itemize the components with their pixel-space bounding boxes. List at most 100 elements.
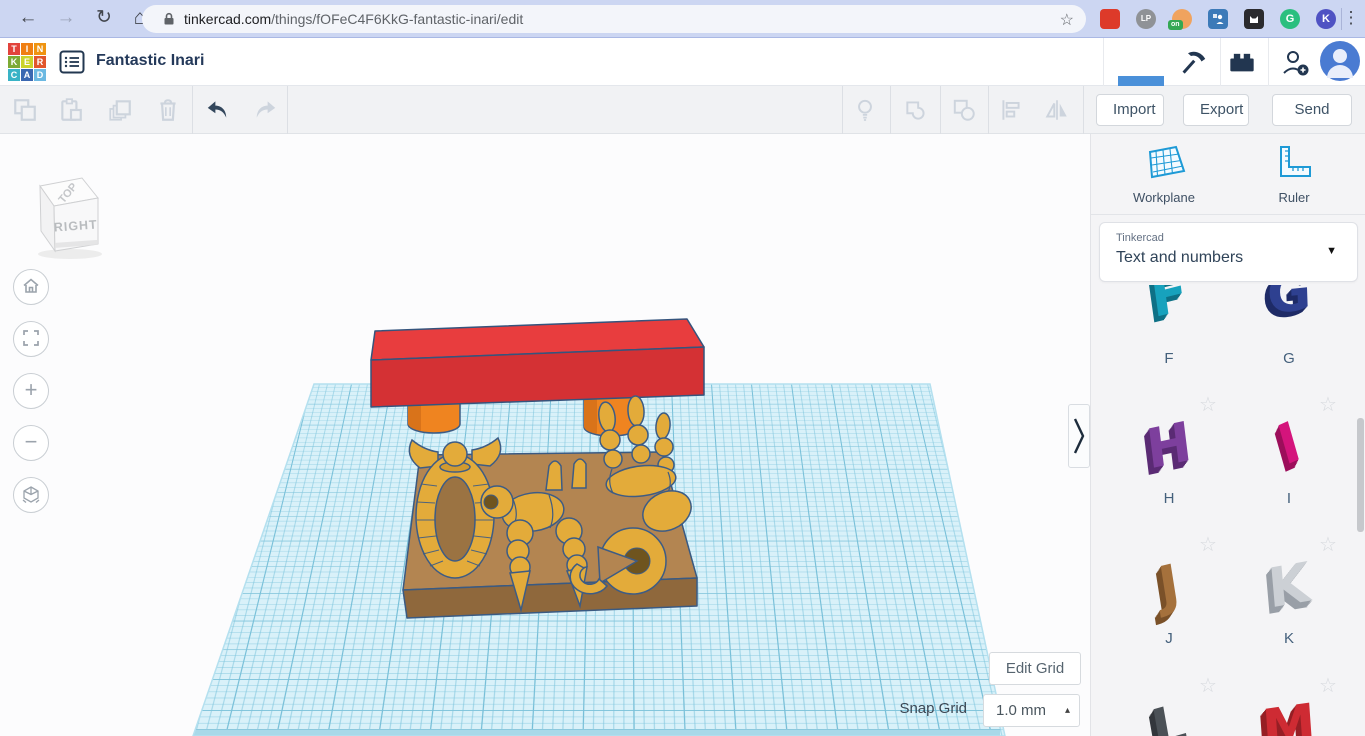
align-icon[interactable] — [998, 97, 1024, 123]
category-selected: Text and numbers — [1116, 249, 1243, 267]
shape-label-J: J — [1109, 630, 1229, 647]
tinkercad-logo[interactable]: T I N K E R C A D — [8, 43, 47, 82]
shape-glyph: F — [1147, 285, 1192, 330]
ruler-helper[interactable]: Ruler — [1229, 144, 1359, 205]
mirror-icon[interactable] — [1044, 97, 1070, 123]
shape-tile-L[interactable]: L — [1109, 687, 1229, 736]
panel-collapse-handle[interactable] — [1068, 404, 1090, 468]
shape-label-F: F — [1109, 350, 1229, 367]
logo-tile: R — [34, 56, 46, 68]
shape-tile-I[interactable]: I — [1229, 406, 1349, 486]
ungroup-icon[interactable] — [950, 97, 978, 123]
browser-chrome-bar: ← → ↻ ⌂ tinkercad.com/things/fOFeC4F6KkG… — [0, 0, 1365, 38]
extension-icon-lastpass[interactable]: LP — [1136, 9, 1156, 29]
workplane-helper-label: Workplane — [1099, 190, 1229, 205]
send-to-button[interactable]: Send To — [1272, 94, 1352, 126]
extension-icon-planet[interactable]: on — [1172, 9, 1192, 29]
shape-panel: Workplane Ruler Tinkercad Text and numbe… — [1090, 134, 1365, 736]
zoom-out-button[interactable]: − — [13, 425, 49, 461]
url-path: /things/fOFeC4F6KkG-fantastic-inari/edit — [271, 11, 523, 27]
extension-icon-dark[interactable] — [1244, 9, 1264, 29]
logo-tile: T — [8, 43, 20, 55]
extension-icon-red[interactable] — [1100, 9, 1120, 29]
url-host: tinkercad.com — [184, 11, 271, 27]
caret-down-icon: ▼ — [1326, 245, 1337, 257]
workplane-helper[interactable]: Workplane — [1099, 144, 1229, 205]
duplicate-icon[interactable] — [107, 97, 133, 123]
properties-list-icon[interactable] — [58, 48, 86, 76]
ruler-helper-label: Ruler — [1229, 190, 1359, 205]
shape-label-H: H — [1109, 490, 1229, 507]
undo-icon[interactable] — [203, 97, 231, 123]
browser-reload-icon[interactable]: ↻ — [90, 4, 118, 32]
scene-objects — [0, 134, 1090, 736]
home-view-button[interactable] — [13, 269, 49, 305]
shape-tile-K[interactable]: K — [1229, 546, 1349, 626]
snap-grid-label: Snap Grid — [855, 700, 967, 717]
red-box[interactable] — [371, 319, 704, 407]
snap-grid-value: 1.0 mm — [996, 702, 1046, 719]
design-title[interactable]: Fantastic Inari — [96, 52, 204, 70]
browser-forward-icon[interactable]: → — [52, 4, 80, 32]
copy-icon[interactable] — [12, 97, 38, 123]
shape-label-G: G — [1229, 350, 1349, 367]
panel-scrollbar-thumb[interactable] — [1357, 418, 1364, 532]
url-text: tinkercad.com/things/fOFeC4F6KkG-fantast… — [184, 11, 523, 27]
caret-up-icon: ▴ — [1065, 695, 1070, 726]
shape-label-I: I — [1229, 490, 1349, 507]
view-cube[interactable]: TOP RIGHT — [24, 156, 114, 260]
logo-tile: K — [8, 56, 20, 68]
shape-category-dropdown[interactable]: Tinkercad Text and numbers ▼ — [1099, 222, 1358, 282]
logo-tile: D — [34, 69, 46, 81]
shape-glyph: J — [1154, 552, 1183, 619]
group-icon[interactable] — [902, 97, 930, 123]
logo-tile: E — [21, 56, 33, 68]
viewport-3d[interactable]: TOP RIGHT + − Edit Grid Snap Grid 1.0 mm… — [0, 134, 1090, 736]
logo-tile: I — [21, 43, 33, 55]
perspective-toggle-button[interactable] — [13, 477, 49, 513]
shape-glyph: G — [1266, 285, 1312, 326]
shape-tile-M[interactable]: M — [1229, 687, 1349, 736]
edit-toolbar: Import Export Send To — [0, 86, 1365, 134]
export-button[interactable]: Export — [1183, 94, 1249, 126]
lock-icon — [162, 12, 176, 26]
chevron-right-icon — [1069, 405, 1089, 467]
fit-view-button[interactable] — [13, 321, 49, 357]
zoom-in-button[interactable]: + — [13, 373, 49, 409]
shape-tile-G[interactable]: G — [1229, 285, 1349, 349]
workplane-icon — [1142, 144, 1186, 182]
bookmark-star-icon[interactable]: ☆ — [1060, 10, 1074, 30]
extension-icon-grammarly[interactable]: G — [1280, 9, 1300, 29]
shape-label-K: K — [1229, 630, 1349, 647]
add-collaborator-icon[interactable] — [1280, 48, 1310, 78]
shape-glyph: I — [1271, 409, 1307, 478]
lego-brick-icon[interactable] — [1228, 50, 1256, 74]
extension-icon-person[interactable] — [1208, 9, 1228, 29]
shape-glyph: L — [1147, 691, 1191, 736]
import-button[interactable]: Import — [1096, 94, 1164, 126]
browser-back-icon[interactable]: ← — [14, 4, 42, 32]
shape-glyph: H — [1143, 409, 1195, 481]
helpers-row: Workplane Ruler — [1091, 134, 1365, 215]
shape-glyph: K — [1266, 550, 1313, 620]
minecraft-pickaxe-icon[interactable] — [1178, 47, 1208, 77]
app-header: T I N K E R C A D Fantastic Inari — [0, 38, 1365, 86]
redo-icon[interactable] — [252, 97, 280, 123]
shape-tile-H[interactable]: H — [1109, 406, 1229, 486]
shape-tile-J[interactable]: J — [1109, 546, 1229, 626]
shape-tile-F[interactable]: F — [1109, 285, 1229, 349]
snap-grid-dropdown[interactable]: 1.0 mm ▴ — [983, 694, 1080, 727]
shape-glyph: M — [1260, 691, 1318, 736]
logo-tile: N — [34, 43, 46, 55]
logo-tile: A — [21, 69, 33, 81]
edit-grid-button[interactable]: Edit Grid — [989, 652, 1081, 685]
browser-menu-icon[interactable]: ⋮ — [1337, 4, 1365, 32]
address-bar[interactable]: tinkercad.com/things/fOFeC4F6KkG-fantast… — [142, 5, 1086, 33]
logo-tile: C — [8, 69, 20, 81]
extension-icon-keeper[interactable]: K — [1316, 9, 1336, 29]
delete-icon[interactable] — [155, 97, 181, 123]
show-all-bulb-icon[interactable] — [852, 97, 878, 123]
user-avatar[interactable] — [1319, 40, 1361, 82]
category-brand: Tinkercad — [1116, 232, 1164, 244]
paste-icon[interactable] — [58, 97, 84, 123]
